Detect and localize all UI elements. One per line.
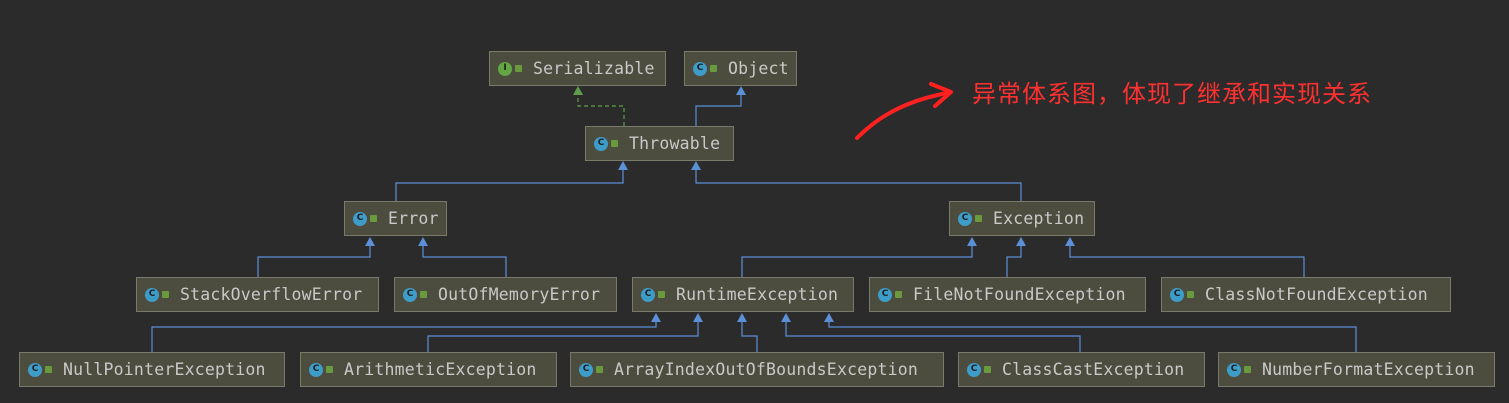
node-arrayindexoutofboundsexception[interactable]: C ArrayIndexOutOfBoundsException xyxy=(570,352,944,387)
edge-arithmeticexception-runtimeexception xyxy=(427,313,703,352)
class-icon: C xyxy=(693,61,707,76)
node-serializable[interactable]: I Serializable xyxy=(489,51,666,86)
edge-throwable-object xyxy=(695,86,746,126)
node-label: Object xyxy=(728,59,789,78)
node-outofmemoryerror[interactable]: C OutOfMemoryError xyxy=(394,277,617,312)
node-classcastexception[interactable]: C ClassCastException xyxy=(958,352,1205,387)
class-icon: C xyxy=(878,287,892,302)
diagram-canvas: I Serializable C Object C Throwable C Er… xyxy=(0,0,1509,403)
node-label: ClassCastException xyxy=(1002,360,1185,379)
class-icon: C xyxy=(594,136,608,151)
node-object[interactable]: C Object xyxy=(684,51,797,86)
node-label: ArrayIndexOutOfBoundsException xyxy=(614,360,919,379)
node-label: NumberFormatException xyxy=(1262,360,1475,379)
public-access-icon xyxy=(611,140,618,147)
class-icon: C xyxy=(958,211,972,226)
node-label: OutOfMemoryError xyxy=(438,285,601,304)
edge-arrayindexoutofboundsexception-runtimeexception xyxy=(737,313,758,352)
class-icon: C xyxy=(403,287,417,302)
edge-error-throwable xyxy=(395,161,628,201)
node-label: Throwable xyxy=(629,134,721,153)
edge-stackoverflowerror-error xyxy=(257,237,375,277)
node-arithmeticexception[interactable]: C ArithmeticException xyxy=(300,352,557,387)
public-access-icon xyxy=(515,65,522,72)
public-access-icon xyxy=(984,366,991,373)
class-icon: C xyxy=(309,362,323,377)
public-access-icon xyxy=(596,366,603,373)
class-icon: C xyxy=(28,362,42,377)
node-label: NullPointerException xyxy=(63,360,266,379)
node-stackoverflowerror[interactable]: C StackOverflowError xyxy=(136,277,379,312)
edge-numberformatexception-runtimeexception xyxy=(824,313,1357,352)
edge-nullpointerexception-runtimeexception xyxy=(151,313,661,352)
public-access-icon xyxy=(658,291,665,298)
public-access-icon xyxy=(975,215,982,222)
edge-exception-throwable xyxy=(691,161,1022,201)
edge-filenotfoundexception-exception xyxy=(1006,237,1026,277)
node-label: StackOverflowError xyxy=(180,285,363,304)
public-access-icon xyxy=(370,215,377,222)
node-filenotfoundexception[interactable]: C FileNotFoundException xyxy=(869,277,1146,312)
public-access-icon xyxy=(326,366,333,373)
node-label: RuntimeException xyxy=(676,285,839,304)
node-label: Error xyxy=(388,209,439,228)
annotation-text: 异常体系图，体现了继承和实现关系 xyxy=(972,80,1372,108)
node-label: Serializable xyxy=(533,59,655,78)
interface-icon: I xyxy=(498,61,512,76)
edge-runtimeexception-exception xyxy=(741,237,977,277)
node-nullpointerexception[interactable]: C NullPointerException xyxy=(19,352,285,387)
public-access-icon xyxy=(420,291,427,298)
public-access-icon xyxy=(45,366,52,373)
class-icon: C xyxy=(1227,362,1241,377)
node-error[interactable]: C Error xyxy=(344,201,447,236)
node-label: FileNotFoundException xyxy=(913,285,1126,304)
node-numberformatexception[interactable]: C NumberFormatException xyxy=(1218,352,1495,387)
class-icon: C xyxy=(967,362,981,377)
public-access-icon xyxy=(710,65,717,72)
public-access-icon xyxy=(1244,366,1251,373)
node-label: ClassNotFoundException xyxy=(1205,285,1428,304)
class-icon: C xyxy=(353,211,367,226)
public-access-icon xyxy=(162,291,169,298)
public-access-icon xyxy=(895,291,902,298)
node-runtimeexception[interactable]: C RuntimeException xyxy=(632,277,854,312)
annotation-arrow-icon xyxy=(855,82,953,140)
node-label: ArithmeticException xyxy=(344,360,537,379)
class-icon: C xyxy=(579,362,593,377)
node-throwable[interactable]: C Throwable xyxy=(585,126,734,161)
node-classnotfoundexception[interactable]: C ClassNotFoundException xyxy=(1161,277,1451,312)
class-icon: C xyxy=(641,287,655,302)
edge-outofmemoryerror-error xyxy=(418,237,507,277)
edge-classnotfoundexception-exception xyxy=(1065,237,1305,277)
node-exception[interactable]: C Exception xyxy=(949,201,1095,236)
public-access-icon xyxy=(1187,291,1194,298)
class-icon: C xyxy=(1170,287,1184,302)
class-icon: C xyxy=(145,287,159,302)
node-label: Exception xyxy=(993,209,1085,228)
edge-throwable-serializable xyxy=(573,86,625,126)
